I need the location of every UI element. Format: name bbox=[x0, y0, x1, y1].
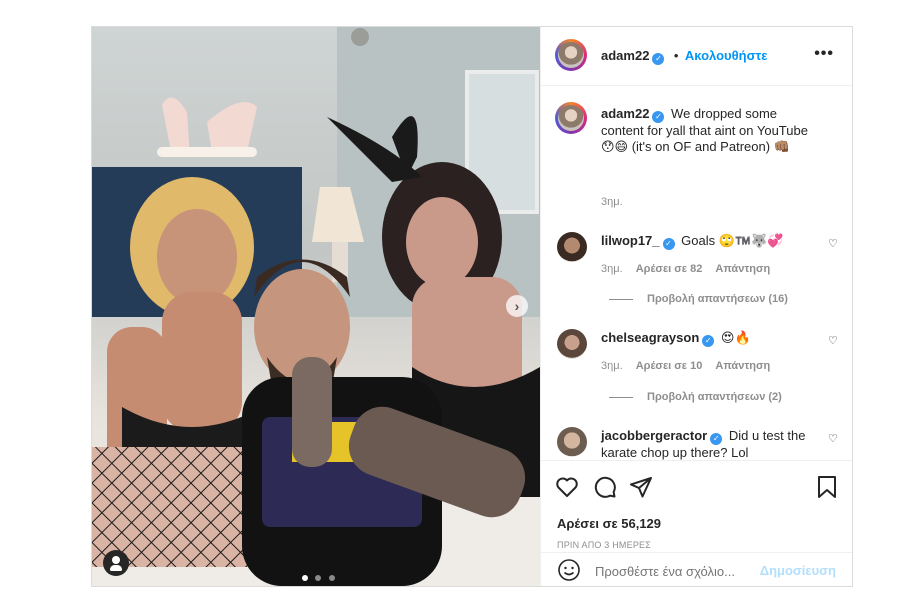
commenter-avatar[interactable] bbox=[557, 329, 587, 359]
author-username[interactable]: adam22 bbox=[601, 48, 649, 63]
comment-text-block: jacobbergeractor ✓ Did u test the karate … bbox=[601, 428, 816, 460]
post-date[interactable]: ΠΡΙΝ ΑΠΟ 3 ΗΜΕΡΕΣ bbox=[557, 540, 651, 550]
carousel-dot bbox=[328, 575, 335, 581]
save-bookmark-icon[interactable] bbox=[816, 475, 838, 499]
comment-meta: 3ημ. Αρέσει σε 82 Απάντηση bbox=[601, 263, 770, 275]
view-replies-label: Προβολή απαντήσεων (2) bbox=[647, 391, 782, 403]
comment-username[interactable]: jacobbergeractor bbox=[601, 428, 707, 443]
caption-time[interactable]: 3ημ. bbox=[601, 196, 623, 208]
follow-button[interactable]: Ακολουθήστε bbox=[685, 48, 768, 63]
verified-badge-icon: ✓ bbox=[662, 238, 675, 250]
comment-bubble-icon[interactable] bbox=[593, 475, 617, 499]
add-comment-bar: Δημοσίευση bbox=[541, 552, 852, 587]
tagged-users-icon[interactable] bbox=[103, 550, 129, 576]
comment-meta: 3ημ. Αρέσει σε 10 Απάντηση bbox=[601, 360, 770, 372]
replies-line bbox=[609, 298, 633, 300]
comment-like-heart-icon[interactable]: ♡ bbox=[828, 237, 838, 250]
photo-illustration bbox=[92, 27, 540, 586]
comment-likes[interactable]: Αρέσει σε 82 bbox=[636, 263, 703, 275]
like-heart-icon[interactable] bbox=[555, 475, 579, 499]
verified-badge-icon: ✓ bbox=[652, 53, 665, 65]
comment-like-heart-icon[interactable]: ♡ bbox=[828, 334, 838, 347]
share-direct-icon[interactable] bbox=[629, 475, 653, 499]
comment-input[interactable] bbox=[593, 561, 757, 581]
reply-button[interactable]: Απάντηση bbox=[715, 360, 770, 372]
author-line: adam22 ✓ • Ακολουθήστε bbox=[601, 47, 767, 65]
more-options-icon[interactable]: ••• bbox=[814, 45, 834, 63]
post-actions: Αρέσει σε 56,129 ΠΡΙΝ ΑΠΟ 3 ΗΜΕΡΕΣ bbox=[541, 460, 852, 553]
caption-avatar[interactable] bbox=[555, 102, 587, 134]
comment-likes[interactable]: Αρέσει σε 10 bbox=[636, 360, 703, 372]
emoji-icon[interactable] bbox=[557, 558, 581, 582]
post-sidebar: adam22 ✓ • Ακολουθήστε ••• adam22 ✓ We dro… bbox=[540, 27, 852, 586]
carousel-next-button[interactable]: › bbox=[506, 295, 528, 317]
comments-list: adam22 ✓ We dropped some content for yall… bbox=[541, 85, 852, 460]
caption-text-block: adam22 ✓ We dropped some content for yall… bbox=[601, 106, 811, 155]
commenter-avatar[interactable] bbox=[557, 232, 587, 262]
post-header: adam22 ✓ • Ακολουθήστε ••• bbox=[541, 27, 852, 86]
verified-badge-icon: ✓ bbox=[702, 335, 715, 347]
carousel-dot-active bbox=[302, 575, 308, 581]
comment-username[interactable]: lilwop17_ bbox=[601, 233, 660, 248]
comment-time[interactable]: 3ημ. bbox=[601, 263, 623, 275]
carousel-dot bbox=[315, 575, 322, 581]
comment-text-block: chelseagrayson ✓ 😍🔥 bbox=[601, 330, 751, 347]
comment-username[interactable]: chelseagrayson bbox=[601, 330, 699, 345]
instagram-post: › adam22 ✓ • Ακολουθήστε ••• adam22 ✓ We… bbox=[91, 26, 853, 587]
reply-button[interactable]: Απάντηση bbox=[715, 263, 770, 275]
commenter-avatar[interactable] bbox=[557, 427, 587, 457]
verified-badge-icon: ✓ bbox=[710, 433, 723, 445]
separator-dot: • bbox=[673, 48, 679, 63]
post-photo[interactable]: › bbox=[92, 27, 540, 586]
view-replies-label: Προβολή απαντήσεων (16) bbox=[647, 293, 788, 305]
comment-time[interactable]: 3ημ. bbox=[601, 360, 623, 372]
replies-line bbox=[609, 396, 633, 398]
post-comment-button[interactable]: Δημοσίευση bbox=[760, 563, 836, 578]
verified-badge-icon: ✓ bbox=[652, 111, 665, 123]
like-count[interactable]: Αρέσει σε 56,129 bbox=[557, 516, 661, 531]
comment-text: Goals 🙄™️🐺💞 bbox=[681, 233, 784, 248]
view-replies-button[interactable]: Προβολή απαντήσεων (2) bbox=[609, 391, 782, 403]
view-replies-button[interactable]: Προβολή απαντήσεων (16) bbox=[609, 293, 788, 305]
comment-like-heart-icon[interactable]: ♡ bbox=[828, 432, 838, 445]
author-avatar[interactable] bbox=[555, 39, 587, 71]
carousel-indicator bbox=[302, 568, 335, 586]
comment-text: 😍🔥 bbox=[720, 330, 751, 345]
caption-username[interactable]: adam22 bbox=[601, 106, 649, 121]
comment-text-block: lilwop17_ ✓ Goals 🙄™️🐺💞 bbox=[601, 233, 783, 250]
